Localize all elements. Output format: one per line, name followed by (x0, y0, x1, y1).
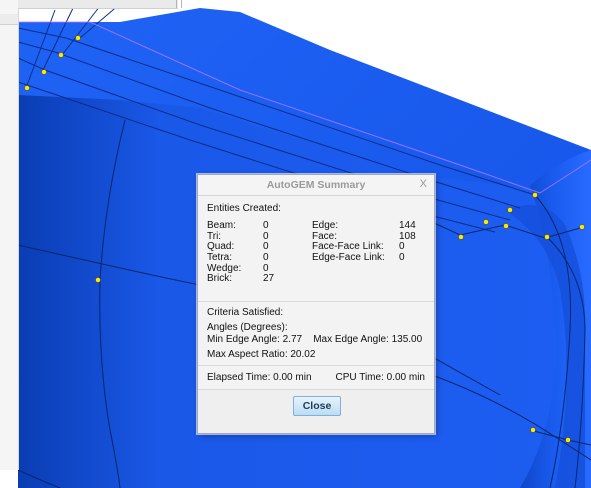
max-aspect-ratio-value: 20.02 (290, 349, 316, 360)
max-aspect-ratio-label: Max Aspect Ratio: (207, 349, 288, 360)
entities-grid: Beam: Tri: Quad: Tetra: Wedge: Brick: 0 … (207, 220, 425, 297)
criteria-section: Criteria Satisfied: Angles (Degrees): Mi… (198, 302, 434, 366)
button-row: Close (198, 390, 434, 420)
min-edge-angle-value: 2.77 (282, 334, 303, 345)
criteria-heading: Criteria Satisfied: (207, 307, 284, 318)
time-section: Elapsed Time: 0.00 min CPU Time: 0.00 mi… (198, 366, 434, 390)
cpu-time-value: 0.00 min (386, 372, 425, 383)
top-divider (176, 0, 182, 8)
cpu-time-label: CPU Time: (335, 372, 384, 383)
entity-value-brick: 27 (263, 273, 275, 285)
max-edge-angle-label: Max Edge Angle: (313, 334, 389, 345)
right-label-column: Edge: Face: Face-Face Link: Edge-Face Li… (312, 220, 402, 264)
min-edge-angle-label: Min Edge Angle: (207, 334, 280, 345)
dialog-title: AutoGEM Summary (266, 179, 366, 191)
left-panel (0, 0, 19, 470)
entity-label-edge-face-link: Edge-Face Link: (312, 252, 385, 264)
left-label-column: Beam: Tri: Quad: Tetra: Wedge: Brick: (207, 220, 262, 285)
right-value-column: 144 108 0 0 (399, 220, 429, 264)
max-edge-angle-value: 135.00 (391, 334, 423, 345)
aspect-ratio-row: Max Aspect Ratio: 20.02 (207, 349, 425, 361)
entity-label-brick: Brick: (207, 273, 232, 285)
close-button[interactable]: Close (293, 396, 341, 416)
left-value-column: 0 0 0 0 0 27 (263, 220, 283, 285)
left-panel-strip (0, 14, 18, 25)
dialog-titlebar[interactable]: AutoGEM Summary X (198, 175, 434, 196)
time-row: Elapsed Time: 0.00 min CPU Time: 0.00 mi… (207, 371, 425, 385)
elapsed-time-label: Elapsed Time: (207, 372, 271, 383)
angles-row: Min Edge Angle: 2.77 Max Edge Angle: 135… (207, 334, 425, 346)
cpu-time: CPU Time: 0.00 min (336, 371, 425, 385)
top-toolbar-strip (18, 0, 178, 9)
close-icon[interactable]: X (420, 178, 427, 190)
elapsed-time-value: 0.00 min (273, 372, 312, 383)
elapsed-time: Elapsed Time: 0.00 min (207, 371, 312, 385)
entity-value-edge-face-link: 0 (399, 252, 405, 264)
entities-heading: Entities Created: (207, 203, 281, 214)
autogem-summary-dialog: AutoGEM Summary X Entities Created: Beam… (197, 174, 435, 434)
angles-heading: Angles (Degrees): (207, 322, 288, 333)
entities-section: Entities Created: Beam: Tri: Quad: Tetra… (198, 196, 434, 302)
